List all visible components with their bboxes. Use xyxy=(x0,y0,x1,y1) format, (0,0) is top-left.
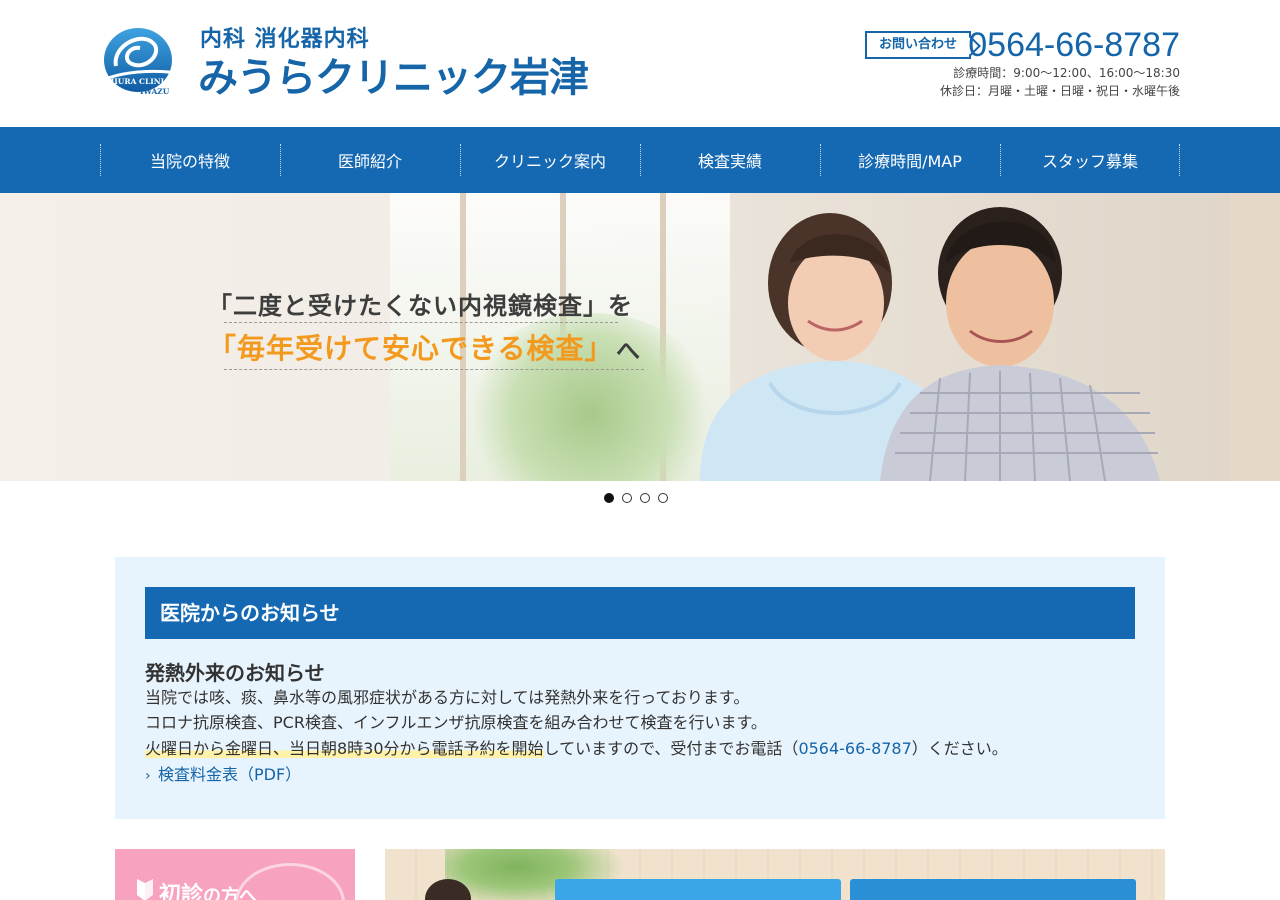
first-visit-label: 初診の方へ xyxy=(159,877,257,900)
nav-item-features[interactable]: 当院の特徴 xyxy=(100,127,280,193)
notice-title: 医院からのお知らせ xyxy=(145,587,1135,639)
clinic-logo-mark-icon: MIURA CLINIC IWAZU xyxy=(104,28,183,96)
slider-dot-3[interactable] xyxy=(640,493,650,503)
logo-mark-text-2: IWAZU xyxy=(140,87,170,96)
nav-item-hours-map[interactable]: 診療時間/MAP xyxy=(820,127,1000,193)
notice-highlight: 火曜日から金曜日、当日朝8時30分から電話予約を開始 xyxy=(145,739,544,758)
chevron-right-icon: › xyxy=(145,768,151,784)
hero-couple-image xyxy=(700,193,1280,481)
clinic-logo[interactable]: MIURA CLINIC IWAZU 内科 消化器内科 みうらクリニック岩津 xyxy=(102,26,602,106)
clinic-photo-banner xyxy=(385,849,1165,900)
site-header: MIURA CLINIC IWAZU 内科 消化器内科 みうらクリニック岩津 お… xyxy=(0,0,1280,127)
contact-badge: お問い合わせ xyxy=(865,31,971,59)
slider-dot-4[interactable] xyxy=(658,493,668,503)
closed-days: 休診日：月曜・土曜・日曜・祝日・水曜午後 xyxy=(939,84,1180,98)
notice-paragraph-2: コロナ抗原検査、PCR検査、インフルエンザ抗原検査を組み合わせて検査を行います。 xyxy=(145,713,767,732)
phone-number[interactable]: 0564-66-8787 xyxy=(968,26,1180,64)
notice-paragraph-1: 当院では咳、痰、鼻水等の風邪症状がある方に対しては発熱外来を行っております。 xyxy=(145,688,750,707)
slider-dots xyxy=(604,493,676,507)
logo-specialties: 内科 消化器内科 xyxy=(200,27,370,52)
notice-paragraph-3: 火曜日から金曜日、当日朝8時30分から電話予約を開始していますので、受付までお電… xyxy=(145,736,1008,761)
hero-dashed-line-2 xyxy=(224,369,644,370)
global-nav: 当院の特徴 医師紹介 クリニック案内 検査実績 診療時間/MAP スタッフ募集 xyxy=(0,127,1280,193)
fee-table-pdf-label: 検査料金表（PDF） xyxy=(158,765,302,784)
first-visit-text: 初診 xyxy=(159,883,204,900)
contact-block: お問い合わせ 0564-66-8787 診療時間：9:00～12:00、16:0… xyxy=(850,26,1180,106)
slider-dot-1[interactable] xyxy=(604,493,614,503)
banner-button-2[interactable] xyxy=(850,879,1136,900)
notice-p3-end: ）ください。 xyxy=(911,739,1008,758)
hero-headline-2-tail: へ xyxy=(616,337,640,365)
slider-dot-2[interactable] xyxy=(622,493,632,503)
consultation-hours: 診療時間：9:00～12:00、16:00～18:30 xyxy=(953,66,1180,80)
notice-p3-mid: していますので、受付までお電話（ xyxy=(543,739,799,758)
hero-headline-1: 「二度と受けたくない内視鏡検査」を xyxy=(208,292,633,320)
fee-table-pdf-link[interactable]: › 検査料金表（PDF） xyxy=(145,762,301,789)
nav-item-staff-recruit[interactable]: スタッフ募集 xyxy=(1000,127,1180,193)
logo-clinic-name: みうらクリニック岩津 xyxy=(198,55,589,101)
nav-item-doctor[interactable]: 医師紹介 xyxy=(280,127,460,193)
hero-headline-2: 「毎年受けて安心できる検査」 xyxy=(208,332,614,365)
nav-item-clinic-guide[interactable]: クリニック案内 xyxy=(460,127,640,193)
notice-section: 医院からのお知らせ 発熱外来のお知らせ 当院では咳、痰、鼻水等の風邪症状がある方… xyxy=(115,557,1165,819)
first-visit-tail: の方へ xyxy=(203,886,258,900)
notice-heading: 発熱外来のお知らせ xyxy=(145,661,325,685)
hero-slider[interactable]: 「二度と受けたくない内視鏡検査」を 「毎年受けて安心できる検査」 へ xyxy=(0,193,1280,481)
hero-dashed-line-1 xyxy=(224,322,618,323)
notice-phone-link[interactable]: 0564-66-8787 xyxy=(798,739,911,758)
banner-button-1[interactable] xyxy=(555,879,841,900)
beginner-leaf-icon xyxy=(137,879,153,900)
logo-mark-text-1: MIURA CLINIC xyxy=(106,77,170,86)
nav-item-exam-results[interactable]: 検査実績 xyxy=(640,127,820,193)
first-visit-banner[interactable]: 初診の方へ xyxy=(115,849,355,900)
